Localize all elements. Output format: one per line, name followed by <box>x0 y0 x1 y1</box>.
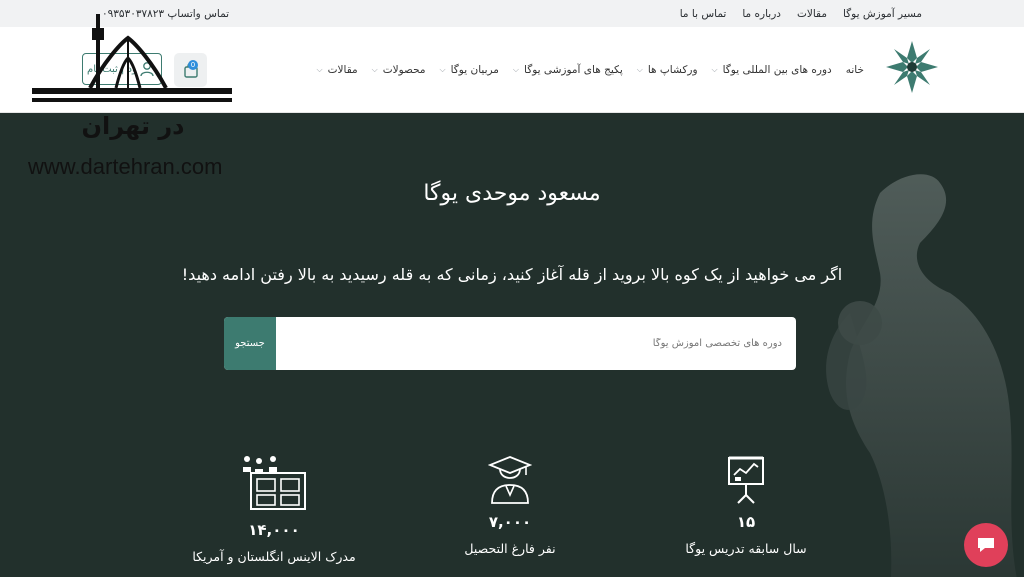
stat-value: ۱۵ <box>736 513 756 531</box>
stat-value: ۷,۰۰۰ <box>488 513 532 531</box>
hero-title: مسعود موحدی یوگا <box>423 181 601 206</box>
hero-subtitle: اگر می خواهید از یک کوه بالا بروید از قل… <box>181 265 843 284</box>
chevron-down-icon: ⌵ <box>636 65 643 74</box>
stat-certificates: ۱۴,۰۰۰ مدرک الاینس انگلستان و آمریکا <box>174 455 374 564</box>
top-links: مسیر آموزش یوگا مقالات درباره ما تماس با… <box>680 0 922 27</box>
nav-yoga-instructors-label: مربیان یوگا <box>450 64 499 76</box>
nav-workshops-label: ورکشاپ ها <box>647 64 698 76</box>
nav-articles-label: مقالات <box>327 64 358 76</box>
chat-bubble-icon <box>978 538 994 552</box>
course-search-box: جستجو <box>224 317 796 370</box>
main-nav: خانه دوره های بین المللی یوگا ⌵ ورکشاپ ها… <box>317 27 864 113</box>
watermark-url: www.dartehran.com <box>28 154 223 179</box>
top-link-contact[interactable]: تماس با ما <box>680 8 727 20</box>
nav-training-packages[interactable]: پکیج های آموزشی یوگا ⌵ <box>513 64 623 76</box>
top-link-about[interactable]: درباره ما <box>742 8 781 20</box>
stat-label: نفر فارغ التحصیل <box>464 541 556 556</box>
top-link-yoga-path[interactable]: مسیر آموزش یوگا <box>843 8 922 20</box>
nav-home[interactable]: خانه <box>846 64 864 76</box>
chevron-down-icon: ⌵ <box>371 65 378 74</box>
chevron-down-icon: ⌵ <box>512 65 519 74</box>
nav-articles[interactable]: مقالات ⌵ <box>317 64 358 76</box>
chevron-down-icon: ⌵ <box>711 65 718 74</box>
stat-label: مدرک الاینس انگلستان و آمریکا <box>192 549 356 564</box>
nav-training-packages-label: پکیج های آموزشی یوگا <box>524 64 623 76</box>
stat-graduates: ۷,۰۰۰ نفر فارغ التحصیل <box>410 455 610 556</box>
lotus-logo[interactable] <box>884 37 940 97</box>
watermark-logo-text: در تهران <box>81 112 185 140</box>
nav-products[interactable]: محصولات ⌵ <box>372 64 426 76</box>
certificate-board-icon <box>243 456 306 510</box>
chevron-down-icon: ⌵ <box>316 65 323 74</box>
search-button[interactable]: جستجو <box>224 317 276 370</box>
presentation-icon <box>728 456 764 504</box>
hero-section: مسعود موحدی یوگا اگر می خواهید از یک کوه… <box>0 113 1024 577</box>
watermark: در تهران www.dartehran.com <box>14 2 238 182</box>
nav-international-courses[interactable]: دوره های بین المللی یوگا ⌵ <box>712 64 832 76</box>
top-link-articles[interactable]: مقالات <box>797 8 827 20</box>
chat-button[interactable] <box>964 523 1008 567</box>
nav-international-courses-label: دوره های بین المللی یوگا <box>722 64 832 76</box>
stat-label: سال سابقه تدریس یوگا <box>685 541 807 556</box>
search-input[interactable] <box>280 317 788 370</box>
stat-teaching-years: ۱۵ سال سابقه تدریس یوگا <box>646 455 846 556</box>
tehran-tower-logo <box>32 14 232 102</box>
nav-workshops[interactable]: ورکشاپ ها ⌵ <box>637 64 698 76</box>
nav-yoga-instructors[interactable]: مربیان یوگا ⌵ <box>440 64 499 76</box>
chevron-down-icon: ⌵ <box>439 65 446 74</box>
nav-products-label: محصولات <box>382 64 426 76</box>
stat-value: ۱۴,۰۰۰ <box>248 521 300 539</box>
graduate-icon <box>488 456 532 504</box>
nav-home-label: خانه <box>845 64 864 76</box>
